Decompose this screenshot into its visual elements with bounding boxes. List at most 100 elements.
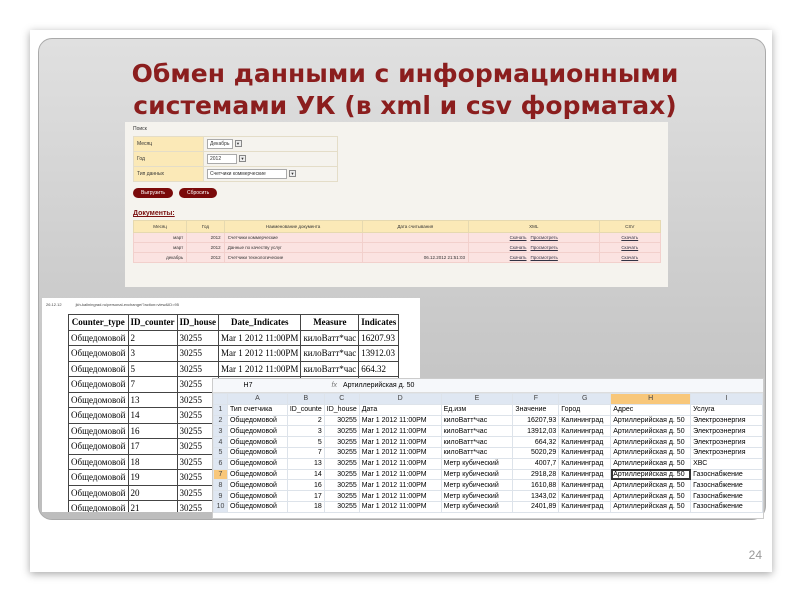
sheet-cell[interactable]: Mar 1 2012 11:00PM <box>358 457 442 470</box>
sheet-cell[interactable]: Общедомовой <box>226 490 288 502</box>
name-box[interactable]: H7 <box>213 382 283 389</box>
sheet-cell[interactable]: Метр кубический <box>440 479 514 492</box>
sheet-cell[interactable]: 2918,28 <box>512 468 560 481</box>
sheet-cell[interactable]: Газоснабжение <box>690 468 763 481</box>
sheet-cell[interactable]: 1343,02 <box>512 490 560 502</box>
sheet-cell[interactable]: 17 <box>286 490 325 502</box>
fx-icon[interactable]: fx <box>283 382 343 389</box>
sheet-cell[interactable]: Услуга <box>690 403 763 416</box>
sheet-cell[interactable]: 5020,29 <box>512 446 560 459</box>
sheet-cell[interactable]: 14 <box>286 468 325 481</box>
sheet-cell[interactable]: 18 <box>286 500 325 513</box>
xml-view-link[interactable]: Просмотреть <box>531 235 558 240</box>
sheet-cell[interactable]: 16207,93 <box>512 414 560 427</box>
sheet-cell[interactable]: Значение <box>512 403 560 416</box>
sheet-cell[interactable]: Калининград <box>558 414 612 427</box>
sheet-cell[interactable]: Калининград <box>558 457 612 470</box>
row-number[interactable]: 4 <box>213 436 228 448</box>
column-letter[interactable]: G <box>558 393 612 405</box>
sheet-cell[interactable]: Метр кубический <box>440 457 514 470</box>
csv-download-link[interactable]: Скачать <box>621 235 638 240</box>
column-letter[interactable]: B <box>286 393 325 405</box>
month-select[interactable]: Декабрь <box>207 139 233 149</box>
sheet-cell[interactable]: 30255 <box>323 457 360 470</box>
sheet-cell[interactable]: ID_counte <box>286 403 325 416</box>
column-letter[interactable]: A <box>226 393 288 405</box>
sheet-cell[interactable]: Калининград <box>558 436 612 448</box>
row-number[interactable]: 10 <box>213 500 228 513</box>
sheet-cell[interactable]: 3 <box>286 425 325 438</box>
sheet-cell[interactable]: Общедомовой <box>226 500 288 513</box>
xml-view-link[interactable]: Просмотреть <box>531 245 558 250</box>
sheet-cell[interactable]: Калининград <box>558 468 612 481</box>
sheet-cell[interactable]: 30255 <box>323 468 360 481</box>
sheet-cell[interactable]: Электроэнергия <box>690 446 763 459</box>
data-type-select[interactable]: Счетчики коммерческие <box>207 169 287 179</box>
sheet-cell[interactable]: Калининград <box>558 500 612 513</box>
column-letter[interactable]: H <box>610 393 692 405</box>
sheet-cell[interactable]: 30255 <box>323 414 360 427</box>
sheet-cell[interactable]: Электроэнергия <box>690 436 763 448</box>
sheet-cell[interactable]: 30255 <box>323 425 360 438</box>
sheet-cell[interactable]: 13912,03 <box>512 425 560 438</box>
sheet-cell[interactable]: 1610,88 <box>512 479 560 492</box>
row-number[interactable]: 6 <box>213 457 228 470</box>
sheet-cell[interactable]: Артиллерийская д. 50 <box>610 436 692 448</box>
year-select[interactable]: 2012 <box>207 154 237 164</box>
export-button[interactable]: Выгрузить <box>133 188 173 198</box>
sheet-cell[interactable]: Mar 1 2012 11:00PM <box>358 468 442 481</box>
xml-download-link[interactable]: Скачать <box>510 235 527 240</box>
chevron-down-icon[interactable]: ▼ <box>239 155 246 163</box>
column-letter[interactable]: I <box>690 393 763 405</box>
sheet-cell[interactable]: килоВатт*час <box>440 425 514 438</box>
xml-download-link[interactable]: Скачать <box>510 245 527 250</box>
sheet-cell[interactable]: Mar 1 2012 11:00PM <box>358 490 442 502</box>
sheet-cell[interactable]: Артиллерийская д. 50 <box>610 479 692 492</box>
sheet-cell[interactable]: Артиллерийская д. 50 <box>610 490 692 502</box>
sheet-cell[interactable]: Ед.изм <box>440 403 514 416</box>
xml-download-link[interactable]: Скачать <box>510 255 527 260</box>
sheet-cell[interactable]: ХВС <box>690 457 763 470</box>
sheet-cell[interactable]: Артиллерийская д. 50 <box>610 425 692 438</box>
sheet-cell[interactable]: Калининград <box>558 425 612 438</box>
chevron-down-icon[interactable]: ▼ <box>234 140 242 148</box>
reset-button[interactable]: Сбросить <box>178 188 218 198</box>
csv-download-link[interactable]: Скачать <box>621 255 638 260</box>
sheet-cell[interactable]: Общедомовой <box>226 414 288 427</box>
sheet-cell[interactable]: Дата <box>358 403 442 416</box>
sheet-cell[interactable]: Метр кубический <box>440 500 514 513</box>
sheet-cell[interactable]: Артиллерийская д. 50 <box>610 468 692 481</box>
column-letter[interactable]: F <box>512 393 560 405</box>
formula-input[interactable]: Артиллерийская д. 50 <box>343 382 414 389</box>
column-letter[interactable]: C <box>323 393 360 405</box>
column-letter[interactable]: D <box>358 393 442 405</box>
row-number[interactable]: 1 <box>213 403 228 416</box>
sheet-cell[interactable]: Mar 1 2012 11:00PM <box>358 479 442 492</box>
sheet-cell[interactable]: Калининград <box>558 446 612 459</box>
sheet-cell[interactable]: Электроэнергия <box>690 414 763 427</box>
row-number[interactable]: 5 <box>213 446 228 459</box>
sheet-cell[interactable]: Общедомовой <box>226 425 288 438</box>
sheet-cell[interactable]: Артиллерийская д. 50 <box>610 446 692 459</box>
sheet-cell[interactable]: Метр кубический <box>440 468 514 481</box>
sheet-cell[interactable]: Mar 1 2012 11:00PM <box>358 436 442 448</box>
sheet-cell[interactable]: Адрес <box>610 403 692 416</box>
sheet-cell[interactable]: 30255 <box>323 446 360 459</box>
select-all-corner[interactable] <box>213 393 228 405</box>
sheet-cell[interactable]: Общедомовой <box>226 436 288 448</box>
sheet-cell[interactable]: Общедомовой <box>226 468 288 481</box>
sheet-cell[interactable]: Mar 1 2012 11:00PM <box>358 414 442 427</box>
sheet-cell[interactable]: 30255 <box>323 500 360 513</box>
row-number[interactable]: 2 <box>213 414 228 427</box>
sheet-cell[interactable]: Город <box>558 403 612 416</box>
sheet-cell[interactable]: Газоснабжение <box>690 500 763 513</box>
sheet-cell[interactable]: Калининград <box>558 490 612 502</box>
sheet-cell[interactable]: Общедомовой <box>226 457 288 470</box>
sheet-cell[interactable]: Mar 1 2012 11:00PM <box>358 425 442 438</box>
sheet-cell[interactable]: ID_house <box>323 403 360 416</box>
column-letter[interactable]: E <box>440 393 514 405</box>
sheet-cell[interactable]: 30255 <box>323 479 360 492</box>
row-number[interactable]: 9 <box>213 490 228 502</box>
sheet-cell[interactable]: 2 <box>286 414 325 427</box>
documents-heading[interactable]: Документы: <box>133 210 660 217</box>
